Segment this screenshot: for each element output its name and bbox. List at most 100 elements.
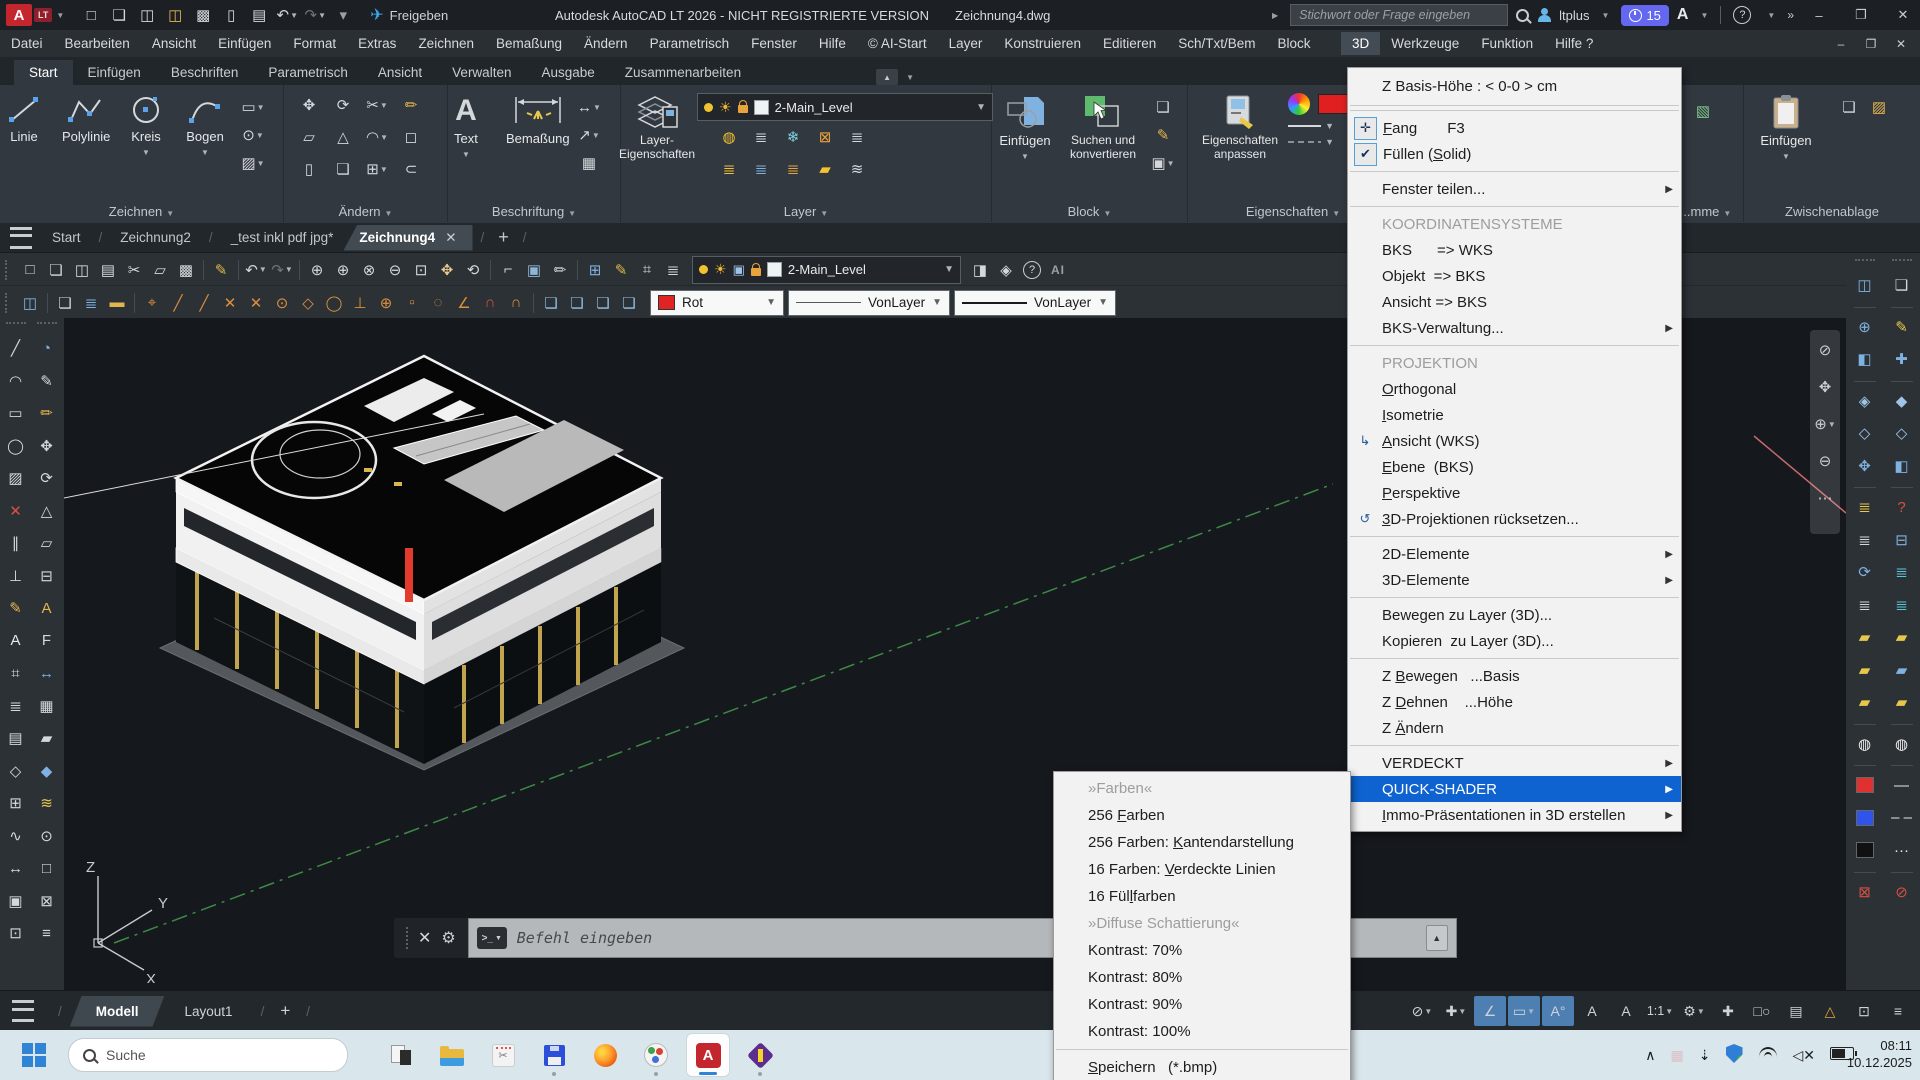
autocad-logo-icon[interactable]: A [6,4,32,26]
wifi-icon[interactable] [1758,1047,1778,1063]
zoom-dynamic-icon[interactable]: ⊗ [356,258,382,282]
ribbon-tab-verwalten[interactable]: Verwalten [437,60,526,85]
zoom-in-icon[interactable]: ⊕ [330,258,356,282]
orbit-icon[interactable]: ⊖ [1812,449,1838,473]
layer-flat-icon[interactable]: ▰ [1851,624,1879,650]
circle-icon[interactable]: ◯ [2,433,30,459]
firefox-icon[interactable] [584,1034,626,1076]
menu-parametrisch[interactable]: Parametrisch [639,32,741,55]
keypad-icon[interactable]: ⌗ [634,258,660,282]
menu-item-isometrie[interactable]: Isometrie [1348,402,1681,428]
toolbar-grip[interactable] [5,260,12,280]
menu-item-bewegen-zu-layer-3d[interactable]: Bewegen zu Layer (3D)... [1348,602,1681,628]
menu-item-kontrast-100[interactable]: Kontrast: 100% [1054,1018,1350,1045]
arc-icon[interactable]: ◠ [2,368,30,394]
grid-blue-icon[interactable]: ⊞ [582,258,608,282]
move-icon[interactable]: ✥ [292,93,326,117]
menu-item-speichern-bmp[interactable]: Speichern (*.bmp) [1054,1054,1350,1080]
snap-tangent-icon[interactable]: ◯ [321,291,347,315]
cut-icon[interactable]: ✂ [121,258,147,282]
close-tab-icon[interactable]: ✕ [445,230,456,245]
ribbon-layer-combo[interactable]: ☀ 2-Main_Level ▼ [697,93,993,121]
layer-x-icon[interactable]: ▰ [1888,657,1916,683]
annotation-scale-icon[interactable]: 1:1▼ [1644,996,1676,1026]
layer-isolate-icon[interactable]: ≣ [745,125,777,149]
toolbar-grip[interactable] [1855,259,1875,266]
usb-device-icon[interactable]: ⇣ [1699,1047,1711,1064]
menu-format[interactable]: Format [282,32,347,55]
polylinie-button[interactable]: Polylinie [62,93,110,145]
undo-icon[interactable]: ↶▼ [243,258,269,282]
menu-item-bks-verwaltung[interactable]: BKS-Verwaltung...▶ [1348,315,1681,341]
text-button[interactable]: A Text▼ [454,93,478,159]
fullscreen-icon[interactable]: ⊡ [1848,996,1880,1026]
redo-icon[interactable]: ↷▼ [269,258,295,282]
clipboard-einfuegen-button[interactable]: Einfügen▼ [1754,93,1818,161]
block-edit-icon[interactable]: ✎ [1150,123,1176,147]
layer-prev-icon[interactable]: ▰ [809,157,841,181]
f-tool-icon[interactable]: F [33,628,61,654]
user-name[interactable]: ltplus [1559,8,1589,23]
layer-on-icon[interactable] [699,265,708,274]
windows-start-button[interactable] [22,1043,46,1067]
save-icon[interactable]: ◫ [134,3,160,27]
trim-icon[interactable]: ✂▼ [360,93,394,117]
box-3d-icon[interactable]: ◻ [394,125,428,149]
ribbon-tab-start[interactable]: Start [14,60,73,85]
menu-item-farben-16-verdeckte-linien[interactable]: 16 Farben: Verdeckte Linien [1054,856,1350,883]
combo-chevron-icon[interactable]: ▼ [976,102,986,113]
rotate-icon[interactable]: ⟳ [326,93,360,117]
menu-ansicht[interactable]: Ansicht [141,32,207,55]
panel-label-block[interactable]: Block▼ [992,204,1187,219]
view-iso-se-icon[interactable]: ◇ [1851,420,1879,446]
tab-layout1[interactable]: Layout1 [165,996,253,1027]
menu-einf-gen[interactable]: Einfügen [207,32,282,55]
panel-label-zwischenablage[interactable]: Zwischenablage [1744,204,1920,219]
doc-restore-button[interactable]: ❐ [1856,37,1886,51]
snap-extension-icon[interactable]: ⊕ [373,291,399,315]
pan-hand-icon[interactable]: ✥ [1812,375,1838,399]
menu-item-elemente-3d[interactable]: 3D-Elemente▶ [1348,567,1681,593]
erase-icon[interactable]: ✏ [394,93,428,117]
snipping-tool-icon[interactable]: ✂ [482,1034,524,1076]
sheet-icon[interactable]: ▤ [2,725,30,751]
save-icon[interactable]: ◫ [69,258,95,282]
expand-arrow-icon[interactable]: ▶ [1272,11,1278,20]
add-layout-button[interactable]: + [272,1001,298,1021]
menu-item-projektionen-ruecksetzen[interactable]: ↺3D-Projektionen rücksetzen... [1348,506,1681,532]
menu-layer[interactable]: Layer [938,32,994,55]
panel-label-beschriftung[interactable]: Beschriftung▼ [448,204,620,219]
file-tab-zeichnung2[interactable]: Zeichnung2 [110,225,201,250]
menu-datei[interactable]: Datei [0,32,54,55]
draworder-front-icon[interactable]: ❏ [538,291,564,315]
copy-icon[interactable]: ▱ [147,258,173,282]
table-icon[interactable]: ▦ [33,693,61,719]
floppy-app-icon[interactable] [533,1034,575,1076]
zoom-window-icon[interactable]: ⊡ [408,258,434,282]
linetype-combo[interactable]: VonLayer ▼ [788,290,950,316]
draworder-below-icon[interactable]: ❏ [616,291,642,315]
dock-grip-icon[interactable] [406,927,408,949]
volume-muted-icon[interactable]: ◁✕ [1793,1047,1816,1064]
layer-stack-2-icon[interactable]: ≣ [1851,592,1879,618]
menu-item-kontrast-80[interactable]: Kontrast: 80% [1054,964,1350,991]
view-iso-ne-icon[interactable]: ◈ [1851,388,1879,414]
toolbar-layer-combo[interactable]: ☀ ▣ 2-Main_Level ▼ [692,256,961,284]
ribbon-collapse-icon[interactable]: ▲ [876,69,898,85]
mobile-share-icon[interactable]: ▯ [218,3,244,27]
color-red-icon[interactable] [1851,772,1879,798]
steering-wheel-icon[interactable]: ⊘ [1812,338,1838,362]
draw-pencil-icon[interactable]: ✎ [33,368,61,394]
page-copy-icon[interactable]: ❏ [52,291,78,315]
layer-eigenschaften-button[interactable]: Layer-Eigenschaften [625,93,689,162]
help-search-input[interactable]: Stichwort oder Frage eingeben [1290,4,1508,26]
ucs-edit-icon[interactable]: ✎ [1888,314,1916,340]
layer-clip-icon[interactable]: ⊟ [1888,527,1916,553]
edit-pencil-icon[interactable]: ✏ [33,400,61,426]
paint-palette-icon[interactable] [635,1034,677,1076]
layer-lock-icon[interactable] [751,268,761,276]
match-clip-icon[interactable]: ▨ [1866,95,1892,119]
color-black-icon[interactable] [1851,837,1879,863]
menu-item-quick-shader[interactable]: QUICK-SHADER▶ [1348,776,1681,802]
grid-monitor-icon[interactable]: ◫ [17,291,43,315]
